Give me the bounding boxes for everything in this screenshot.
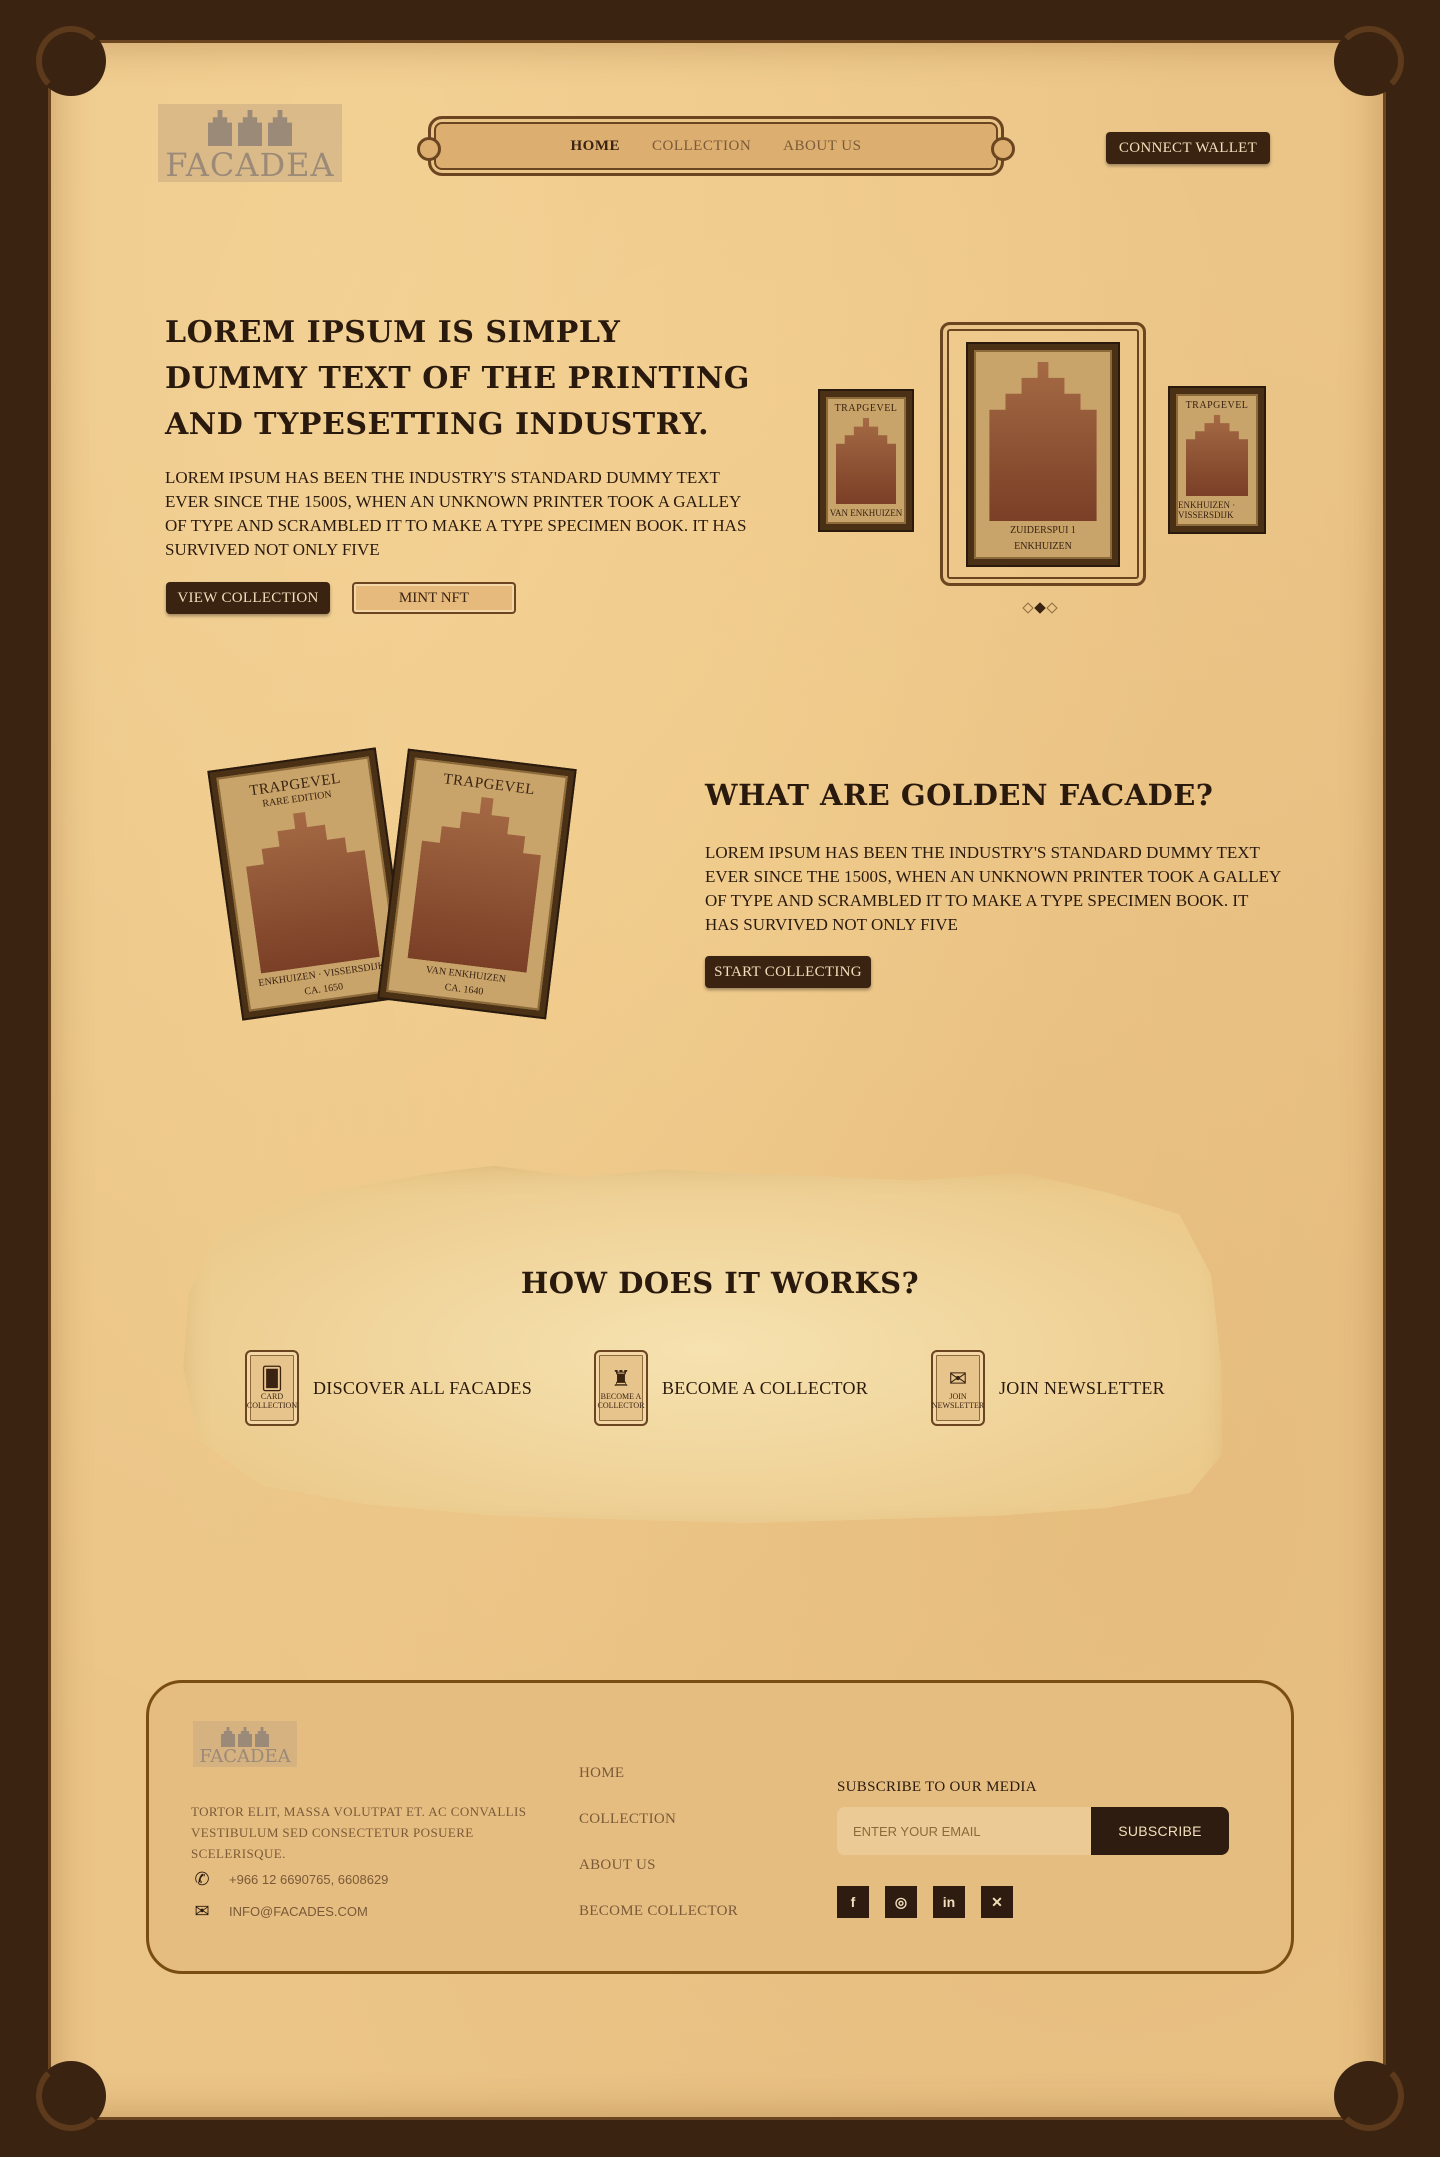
logo-houses-icon [221,1727,269,1747]
nav-item-home[interactable]: HOME [571,138,621,155]
golden-cards-illustration: TRAPGEVEL RARE EDITION ENKHUIZEN · VISSE… [207,740,584,1030]
logo-text: FACADEA [199,1746,291,1767]
card-title: TRAPGEVEL [1185,400,1249,411]
instagram-icon[interactable]: ◎ [885,1886,917,1918]
phone-number: +966 12 6690765, 6608629 [229,1872,389,1887]
footer-link-become-collector[interactable]: BECOME COLLECTOR [579,1901,738,1921]
facade-image [407,790,547,972]
step-label: JOIN NEWSLETTER [999,1377,1165,1398]
carousel-dot[interactable] [1046,602,1058,614]
footer-link-collection[interactable]: COLLECTION [579,1809,738,1829]
facade-image [1185,415,1249,496]
footer-description: TORTOR ELIT, MASSA VOLUTPAT ET. AC CONVA… [191,1804,527,1861]
nav-item-collection[interactable]: COLLECTION [652,138,751,155]
subscribe-button[interactable]: SUBSCRIBE [1091,1807,1229,1855]
carousel-card-right[interactable]: TRAPGEVEL ENKHUIZEN · VISSERSDIJK [1168,386,1266,534]
phone-icon: ✆ [194,1869,210,1889]
main-nav: HOME COLLECTION ABOUT US [417,116,1015,176]
mint-nft-button[interactable]: MINT NFT [352,582,516,614]
logo-houses-icon [208,110,292,146]
view-collection-button[interactable]: VIEW COLLECTION [166,582,330,614]
facade-image [835,418,897,504]
card-caption-line2: ENKHUIZEN [1014,541,1072,552]
step-label: DISCOVER ALL FACADES [313,1377,533,1398]
mail-icon: ✉ [194,1901,210,1921]
corner-ornament-icon [36,26,106,96]
card-title: TRAPGEVEL [442,771,536,799]
golden-title: WHAT ARE GOLDEN FACADE? [705,778,1214,812]
collector-icon: ♜ BECOME A COLLECTOR [594,1350,648,1426]
x-icon[interactable]: ✕ [981,1886,1013,1918]
step-label: BECOME A COLLECTOR [662,1377,869,1398]
card-year: CA. 1640 [444,981,484,998]
cards-icon: 🂠 CARD COLLECTION [245,1350,299,1426]
facade-image [240,804,380,973]
email-address[interactable]: INFO@FACADES.COM [229,1904,368,1919]
footer-phone: ✆ +966 12 6690765, 6608629 [191,1869,388,1890]
card-title: TRAPGEVEL [834,403,898,414]
connect-wallet-button[interactable]: CONNECT WALLET [1106,132,1270,164]
linkedin-icon[interactable]: in [933,1886,965,1918]
card-caption-line1: ZUIDERSPUI 1 [1010,525,1076,536]
carousel-dots [1022,602,1058,614]
carousel-dot[interactable] [1022,602,1034,614]
corner-ornament-icon [1334,26,1404,96]
start-collecting-button[interactable]: START COLLECTING [705,956,871,988]
subscribe-title: SUBSCRIBE TO OUR MEDIA [837,1779,1037,1795]
hero-title: LOREM IPSUM IS SIMPLY DUMMY TEXT OF THE … [165,315,750,442]
golden-body: LOREM IPSUM HAS BEEN THE INDUSTRY'S STAN… [705,843,1281,934]
hero-body: LOREM IPSUM HAS BEEN THE INDUSTRY'S STAN… [165,468,747,559]
site-logo[interactable]: FACADEA [158,104,342,182]
carousel-dot-active[interactable] [1034,602,1046,614]
golden-card-2: TRAPGEVEL VAN ENKHUIZEN CA. 1640 [377,748,577,1020]
step-discover-facades[interactable]: 🂠 CARD COLLECTION DISCOVER ALL FACADES [245,1350,532,1426]
footer-link-home[interactable]: HOME [579,1763,738,1783]
logo-text: FACADEA [165,146,335,184]
corner-ornament-icon [1334,2061,1404,2131]
how-title: HOW DOES IT WORKS? [520,1266,920,1300]
carousel-card-center[interactable]: ZUIDERSPUI 1 ENKHUIZEN [966,342,1120,567]
footer: FACADEA TORTOR ELIT, MASSA VOLUTPAT ET. … [146,1680,1294,1974]
carousel-card-left[interactable]: TRAPGEVEL VAN ENKHUIZEN [818,389,914,532]
social-links: f ◎ in ✕ [837,1886,1013,1918]
footer-links: HOME COLLECTION ABOUT US BECOME COLLECTO… [579,1763,738,1921]
nav-item-about-us[interactable]: ABOUT US [783,138,861,155]
step-become-collector[interactable]: ♜ BECOME A COLLECTOR BECOME A COLLECTOR [594,1350,868,1426]
email-input[interactable] [837,1807,1091,1855]
newsletter-icon: ✉ JOIN NEWSLETTER [931,1350,985,1426]
footer-logo[interactable]: FACADEA [193,1721,297,1767]
card-year: CA. 1650 [303,981,344,998]
subscribe-form: SUBSCRIBE [837,1807,1229,1855]
card-caption: VAN ENKHUIZEN [829,508,903,518]
footer-email: ✉ INFO@FACADES.COM [191,1901,368,1922]
facebook-icon[interactable]: f [837,1886,869,1918]
card-caption: ENKHUIZEN · VISSERSDIJK [1178,500,1236,520]
facade-image [989,362,1097,521]
corner-ornament-icon [36,2061,106,2131]
step-join-newsletter[interactable]: ✉ JOIN NEWSLETTER JOIN NEWSLETTER [931,1350,1165,1426]
footer-link-about-us[interactable]: ABOUT US [579,1855,738,1875]
